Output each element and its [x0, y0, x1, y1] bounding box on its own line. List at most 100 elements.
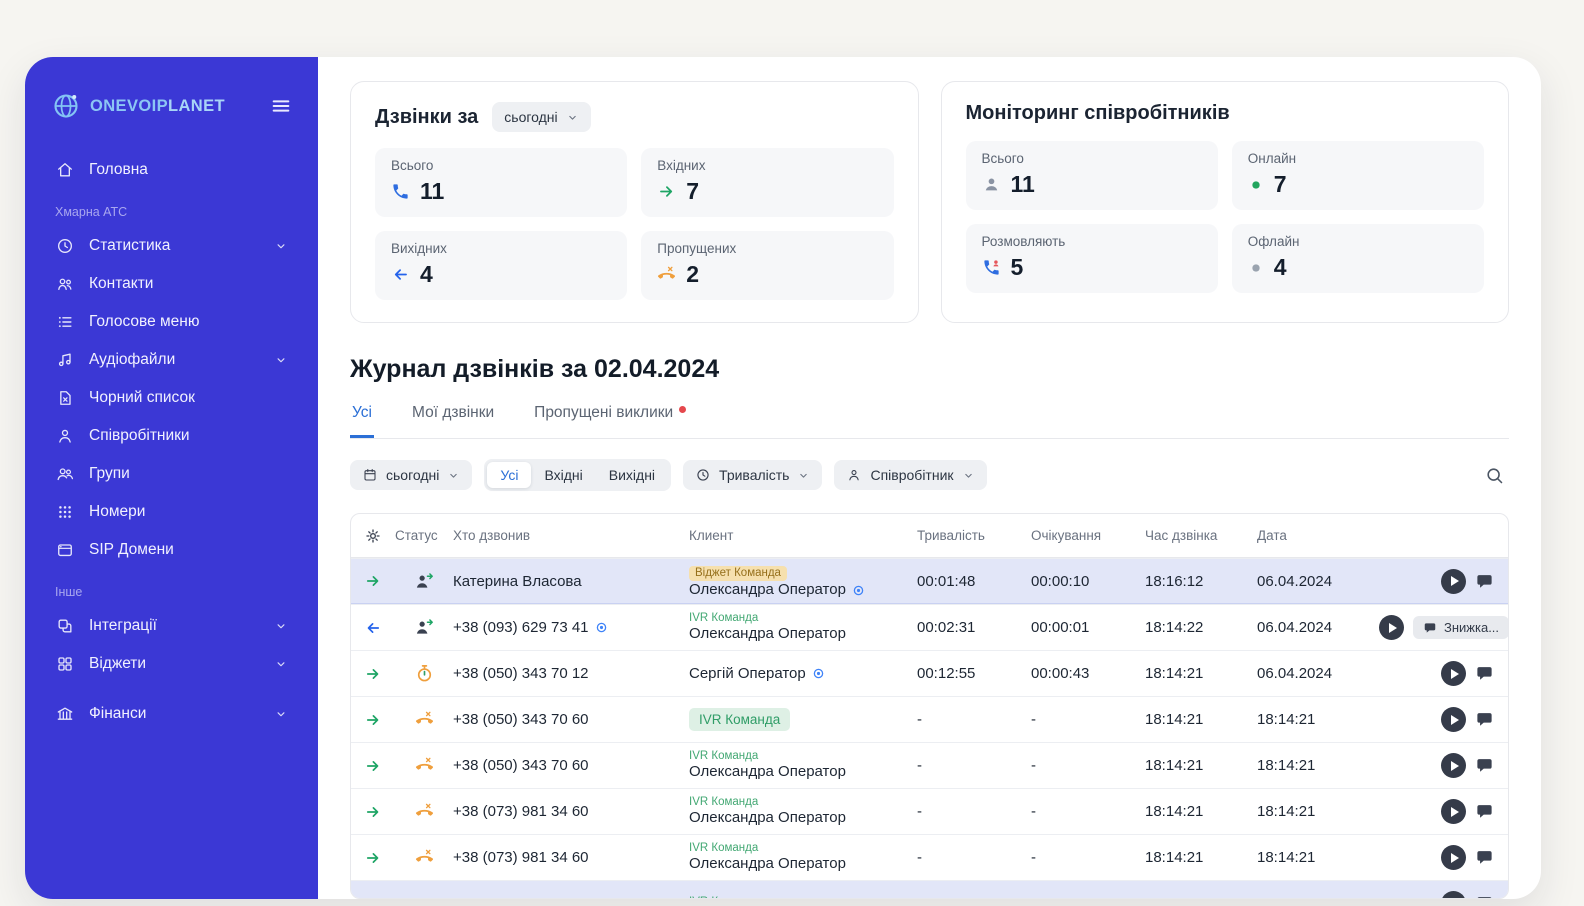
direction-filter-all[interactable]: Усі — [487, 462, 532, 488]
caller-number: +38 (093) 629 73 41 — [453, 619, 589, 636]
sidebar-item-statistics[interactable]: Статистика — [47, 227, 296, 265]
menu-toggle-button[interactable] — [270, 95, 292, 117]
segment-label: Вихідні — [608, 467, 656, 483]
sidebar-item-widgets[interactable]: Віджети — [47, 645, 296, 683]
comment-button[interactable] — [1475, 802, 1494, 821]
sidebar-item-contacts[interactable]: Контакти — [47, 265, 296, 303]
comment-button[interactable] — [1475, 848, 1494, 867]
table-row[interactable]: +38 (050) 343 70 60 IVR Команда - - 18:1… — [351, 696, 1508, 742]
journal-tabs: Усі Мої дзвінки Пропущені виклики — [350, 404, 1509, 439]
sidebar-item-label: Інтеграції — [89, 617, 157, 634]
info-icon[interactable] — [595, 621, 608, 634]
blacklist-icon — [55, 388, 75, 408]
date-filter-dropdown[interactable]: сьогодні — [350, 460, 473, 490]
stat-calls-total: Всього 11 — [375, 148, 628, 217]
play-recording-button[interactable] — [1441, 753, 1466, 778]
info-icon[interactable] — [812, 667, 825, 680]
groups-icon — [55, 464, 75, 484]
direction-filter-incoming[interactable]: Вхідні — [531, 462, 595, 488]
sidebar-item-home[interactable]: Головна — [47, 151, 296, 189]
play-icon — [1450, 852, 1459, 863]
stat-calls-outgoing: Вихідних 4 — [375, 231, 628, 300]
table-row[interactable]: Катерина Власова Віджет Команда Олександ… — [351, 558, 1508, 604]
sidebar-item-voice-menu[interactable]: Голосове меню — [47, 303, 296, 341]
column-header-waiting: Очікування — [1031, 528, 1102, 543]
user-icon — [846, 467, 862, 483]
table-row[interactable]: IVR Команда — [351, 880, 1508, 900]
missed-call-icon — [415, 710, 434, 729]
sidebar-item-integrations[interactable]: Інтеграції — [47, 607, 296, 645]
table-row[interactable]: +38 (073) 981 34 60 IVR Команда Олександ… — [351, 834, 1508, 880]
tab-all[interactable]: Усі — [350, 404, 375, 438]
sidebar-item-label: Головна — [89, 161, 148, 178]
sidebar-item-label: Віджети — [89, 655, 147, 672]
client-name: Олександра Оператор — [689, 625, 846, 643]
table-row[interactable]: +38 (073) 981 34 60 IVR Команда Олександ… — [351, 788, 1508, 834]
stat-value: 7 — [1273, 171, 1287, 197]
sidebar-item-audio-files[interactable]: Аудіофайли — [47, 341, 296, 379]
play-recording-button[interactable] — [1441, 707, 1466, 732]
column-header-duration: Тривалість — [917, 528, 985, 543]
comment-button[interactable] — [1475, 572, 1494, 591]
sidebar-item-groups[interactable]: Групи — [47, 455, 296, 493]
direction-filter-outgoing[interactable]: Вихідні — [596, 462, 668, 488]
play-recording-button[interactable] — [1441, 661, 1466, 686]
tab-label: Мої дзвінки — [412, 404, 495, 421]
duration-filter-dropdown[interactable]: Тривалість — [683, 460, 823, 490]
stat-employees-online: Онлайн 7 — [1231, 141, 1484, 210]
chevron-down-icon — [797, 469, 810, 482]
outgoing-arrow-icon — [364, 619, 382, 637]
table-row[interactable]: +38 (093) 629 73 41 IVR Команда Олександ… — [351, 604, 1508, 650]
tab-my-calls[interactable]: Мої дзвінки — [410, 404, 496, 438]
call-duration: - — [917, 803, 922, 820]
sidebar-item-sip-domains[interactable]: SIP Домени — [47, 531, 296, 569]
sidebar-item-finance[interactable]: Фінанси — [47, 695, 296, 733]
play-recording-button[interactable] — [1379, 615, 1404, 640]
employee-filter-dropdown[interactable]: Співробітник — [834, 460, 987, 490]
stat-calls-incoming: Вхідних 7 — [641, 148, 894, 217]
chevron-down-icon — [274, 353, 288, 367]
comment-chip[interactable]: Знижка... — [1413, 616, 1508, 639]
info-icon[interactable] — [852, 584, 865, 597]
play-recording-button[interactable] — [1441, 799, 1466, 824]
stat-label: Розмовляють — [981, 234, 1066, 249]
stat-value: 11 — [420, 178, 445, 204]
stat-value: 5 — [1010, 254, 1024, 280]
comment-button[interactable] — [1475, 756, 1494, 775]
tab-missed-calls[interactable]: Пропущені виклики — [532, 404, 688, 438]
sidebar-item-numbers[interactable]: Номери — [47, 493, 296, 531]
client-tag: IVR Команда — [689, 896, 917, 898]
caller-number: +38 (050) 343 70 12 — [453, 665, 589, 682]
call-date: 06.04.2024 — [1257, 665, 1333, 682]
stat-label: Вхідних — [657, 158, 706, 173]
sidebar-item-label: Номери — [89, 503, 146, 520]
client-tag: IVR Команда — [689, 842, 759, 855]
play-recording-button[interactable] — [1441, 568, 1466, 594]
stat-employees-talking: Розмовляють 5 — [965, 224, 1218, 293]
comment-button[interactable] — [1475, 894, 1494, 900]
comment-button[interactable] — [1475, 664, 1494, 683]
call-date: 06.04.2024 — [1257, 572, 1333, 590]
comment-button[interactable] — [1475, 710, 1494, 729]
client-pill: IVR Команда — [689, 707, 791, 732]
sidebar-item-label: Аудіофайли — [89, 351, 176, 368]
chevron-down-icon — [566, 111, 579, 124]
table-settings-button[interactable] — [364, 527, 382, 545]
sidebar-item-label: Статистика — [89, 237, 171, 254]
play-recording-button[interactable] — [1441, 845, 1466, 870]
call-time: 18:14:21 — [1145, 757, 1204, 774]
stat-label: Онлайн — [1247, 151, 1297, 166]
call-duration: - — [917, 849, 922, 866]
audio-files-icon — [55, 350, 75, 370]
search-button[interactable] — [1480, 461, 1509, 490]
table-row[interactable]: +38 (050) 343 70 12 Сергій Оператор 00:1… — [351, 650, 1508, 696]
chevron-down-icon — [274, 657, 288, 671]
table-row[interactable]: +38 (050) 343 70 60 IVR Команда Олександ… — [351, 742, 1508, 788]
play-recording-button[interactable] — [1441, 890, 1466, 898]
sidebar-item-employees[interactable]: Співробітники — [47, 417, 296, 455]
sidebar-item-blacklist[interactable]: Чорний список — [47, 379, 296, 417]
gear-icon — [364, 527, 382, 545]
segment-label: Вхідні — [544, 467, 583, 483]
calls-period-dropdown[interactable]: сьогодні — [492, 102, 591, 132]
widgets-icon — [55, 654, 75, 674]
